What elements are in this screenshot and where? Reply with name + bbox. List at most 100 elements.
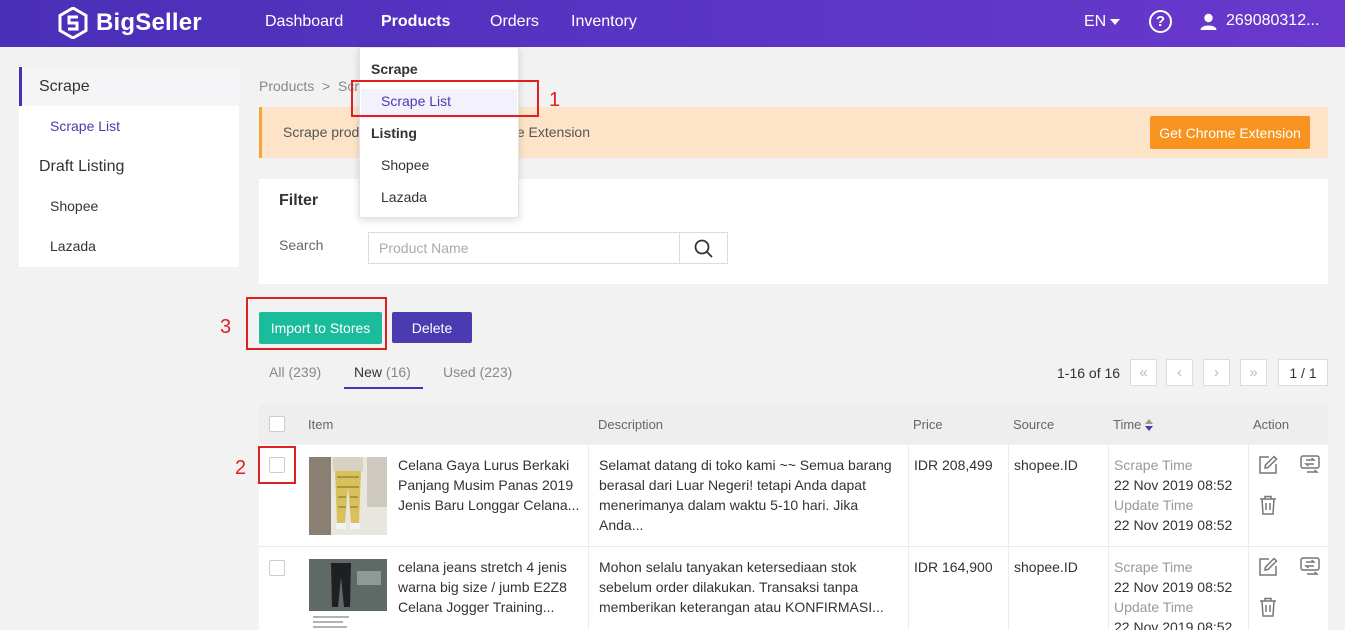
annotation-number-2: 2 bbox=[235, 457, 247, 479]
column-divider bbox=[1248, 547, 1249, 630]
edit-icon[interactable] bbox=[1258, 455, 1278, 475]
product-image[interactable] bbox=[309, 457, 387, 535]
select-all-checkbox[interactable] bbox=[269, 416, 285, 432]
banner-text-start: Scrape prod bbox=[283, 124, 360, 140]
sidebar: Scrape Scrape List Draft Listing Shopee … bbox=[19, 67, 239, 267]
filter-title: Filter bbox=[279, 192, 319, 209]
column-divider bbox=[1108, 547, 1109, 630]
product-price: IDR 208,499 bbox=[914, 457, 993, 473]
delete-icon[interactable] bbox=[1259, 495, 1277, 515]
get-chrome-extension-button[interactable]: Get Chrome Extension bbox=[1150, 116, 1310, 149]
product-title[interactable]: celana jeans stretch 4 jenis warna big s… bbox=[398, 557, 583, 617]
last-page-icon[interactable]: » bbox=[1240, 359, 1267, 386]
first-page-icon[interactable]: « bbox=[1130, 359, 1157, 386]
row-checkbox[interactable] bbox=[269, 560, 285, 576]
column-divider bbox=[1248, 445, 1249, 546]
sidebar-item-draft-listing[interactable]: Draft Listing bbox=[19, 158, 239, 176]
language-label: EN bbox=[1084, 13, 1107, 30]
tab-active-underline bbox=[344, 387, 423, 389]
tab-new[interactable]: New (16) bbox=[354, 364, 411, 380]
bigseller-logo-icon bbox=[58, 7, 88, 39]
scrape-time-label: Scrape Time bbox=[1114, 559, 1193, 575]
products-dropdown-menu: Scrape Scrape List Listing Shopee Lazada bbox=[359, 47, 519, 218]
sidebar-item-scrape[interactable]: Scrape bbox=[19, 78, 239, 96]
product-thumbnail-jeans-icon bbox=[309, 559, 387, 630]
tab-used[interactable]: Used (223) bbox=[443, 364, 512, 380]
product-price: IDR 164,900 bbox=[914, 559, 993, 575]
search-icon bbox=[694, 239, 713, 258]
dropdown-item-shopee[interactable]: Shopee bbox=[381, 157, 429, 173]
product-source: shopee.ID bbox=[1014, 559, 1078, 575]
search-label: Search bbox=[279, 237, 324, 253]
annotation-number-3: 3 bbox=[220, 316, 232, 338]
table-header: Item Description Price Source Time Actio… bbox=[259, 404, 1328, 444]
annotation-box-2 bbox=[258, 446, 296, 484]
search-button[interactable] bbox=[679, 233, 727, 263]
column-divider bbox=[1008, 445, 1009, 546]
tab-used-label: Used bbox=[443, 364, 476, 380]
column-divider bbox=[1108, 445, 1109, 546]
column-divider bbox=[908, 445, 909, 546]
product-source: shopee.ID bbox=[1014, 457, 1078, 473]
publish-icon[interactable] bbox=[1299, 455, 1321, 475]
header-time[interactable]: Time bbox=[1113, 417, 1154, 432]
user-menu[interactable]: 269080312... bbox=[1200, 12, 1319, 30]
tab-new-label: New bbox=[354, 364, 383, 380]
user-name: 269080312... bbox=[1226, 12, 1320, 29]
next-page-icon[interactable]: › bbox=[1203, 359, 1230, 386]
scrape-time-label: Scrape Time bbox=[1114, 457, 1193, 473]
annotation-box-1 bbox=[351, 80, 539, 117]
language-selector[interactable]: EN bbox=[1084, 13, 1121, 31]
update-time-label: Update Time bbox=[1114, 497, 1194, 513]
update-time-label: Update Time bbox=[1114, 599, 1194, 615]
scrape-time: 22 Nov 2019 08:52 bbox=[1114, 579, 1233, 595]
publish-icon[interactable] bbox=[1299, 557, 1321, 577]
update-time: 22 Nov 2019 08:52 bbox=[1114, 619, 1233, 630]
sort-icon bbox=[1145, 418, 1154, 431]
tab-all-count: (239) bbox=[288, 364, 322, 380]
page-indicator[interactable]: 1 / 1 bbox=[1278, 359, 1328, 386]
sidebar-item-scrape-list[interactable]: Scrape List bbox=[50, 118, 120, 134]
brand-logo[interactable]: BigSeller bbox=[58, 6, 202, 40]
tab-all-label: All bbox=[269, 364, 285, 380]
tab-used-count: (223) bbox=[479, 364, 513, 380]
product-description: Selamat datang di toko kami ~~ Semua bar… bbox=[599, 457, 892, 533]
sidebar-item-lazada[interactable]: Lazada bbox=[50, 238, 96, 254]
dropdown-header-listing: Listing bbox=[371, 125, 417, 141]
header-description: Description bbox=[598, 417, 664, 432]
column-divider bbox=[588, 445, 589, 546]
dropdown-item-lazada[interactable]: Lazada bbox=[381, 189, 427, 205]
nav-dashboard[interactable]: Dashboard bbox=[265, 13, 343, 31]
caret-down-icon bbox=[1110, 19, 1121, 25]
scrape-time: 22 Nov 2019 08:52 bbox=[1114, 477, 1233, 493]
column-divider bbox=[908, 547, 909, 630]
help-icon[interactable]: ? bbox=[1149, 10, 1172, 33]
header-time-label: Time bbox=[1113, 417, 1142, 432]
brand-name: BigSeller bbox=[96, 9, 202, 36]
annotation-number-1: 1 bbox=[549, 89, 561, 111]
sidebar-item-shopee[interactable]: Shopee bbox=[50, 198, 98, 214]
prev-page-icon[interactable]: ‹ bbox=[1166, 359, 1193, 386]
top-navbar: BigSeller Dashboard Products Orders Inve… bbox=[0, 0, 1345, 47]
nav-inventory[interactable]: Inventory bbox=[571, 13, 637, 31]
header-price: Price bbox=[913, 417, 943, 432]
delete-button[interactable]: Delete bbox=[392, 312, 472, 343]
delete-icon[interactable] bbox=[1259, 597, 1277, 617]
update-time: 22 Nov 2019 08:52 bbox=[1114, 517, 1233, 533]
product-title[interactable]: Celana Gaya Lurus Berkaki Panjang Musim … bbox=[398, 455, 583, 515]
product-thumbnail-pants-icon bbox=[309, 457, 387, 535]
header-source: Source bbox=[1013, 417, 1055, 432]
dropdown-header-scrape: Scrape bbox=[371, 61, 418, 77]
column-divider bbox=[588, 547, 589, 630]
product-image[interactable] bbox=[309, 559, 387, 630]
search-input[interactable] bbox=[369, 233, 679, 263]
table-row: celana jeans stretch 4 jenis warna big s… bbox=[259, 547, 1328, 630]
header-action: Action bbox=[1253, 417, 1290, 432]
nav-orders[interactable]: Orders bbox=[490, 13, 539, 31]
edit-icon[interactable] bbox=[1258, 557, 1278, 577]
annotation-box-3 bbox=[246, 297, 387, 350]
table-row: Celana Gaya Lurus Berkaki Panjang Musim … bbox=[259, 445, 1328, 547]
nav-products[interactable]: Products bbox=[381, 13, 450, 31]
tab-all[interactable]: All (239) bbox=[269, 364, 321, 380]
column-divider bbox=[1008, 547, 1009, 630]
